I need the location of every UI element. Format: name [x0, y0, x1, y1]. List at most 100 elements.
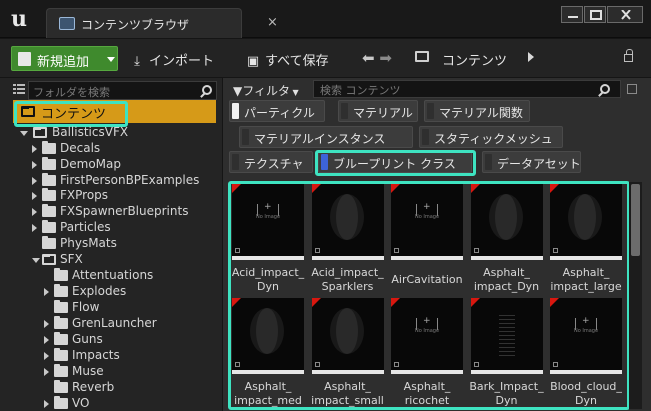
minimize-button[interactable] [561, 6, 583, 23]
chip-color-swatch [232, 103, 239, 119]
tree-item-grenlauncher[interactable]: GrenLauncher [44, 316, 222, 332]
tree-item-label: Flow [72, 300, 100, 314]
chevron-down-icon[interactable] [32, 257, 40, 263]
close-window-button[interactable] [607, 6, 643, 23]
history-nav: ⬅ ➡ [362, 49, 392, 67]
folder-icon [54, 364, 68, 377]
folder-icon [54, 380, 68, 393]
root-highlight-frame [14, 101, 128, 127]
chevron-right-icon[interactable] [32, 192, 37, 201]
expand-arrow-icon[interactable] [20, 131, 28, 136]
filter-chip[interactable]: マテリアル関数 [424, 100, 530, 122]
forward-arrow-icon[interactable]: ➡ [379, 49, 392, 67]
filter-chip[interactable]: マテリアルインスタンス [239, 126, 413, 148]
chevron-right-icon[interactable] [44, 336, 49, 344]
tree-toggle-icon[interactable] [13, 83, 25, 95]
tree-item-label: SFX [60, 251, 83, 266]
chip-label: スタティックメッシュ [434, 132, 553, 146]
back-arrow-icon[interactable]: ⬅ [362, 49, 375, 67]
tree-item-attentuations[interactable]: Attentuations [44, 268, 222, 284]
chip-color-swatch [422, 129, 429, 145]
tree-item-fxspawnerblueprints[interactable]: FXSpawnerBlueprints [32, 204, 222, 220]
chevron-right-icon[interactable] [32, 224, 37, 232]
chip-color-swatch [341, 103, 348, 119]
tree-item-guns[interactable]: Guns [44, 332, 222, 348]
import-button[interactable]: ⤓ インポート [129, 50, 214, 69]
folder-icon [42, 220, 56, 233]
tree-item-vo[interactable]: VO [44, 396, 222, 411]
asset-view-panel: ▼フィルタ ▼ 検索 コンテンツ パーティクル マテリアル マテリアル関数 マテリアル… [223, 78, 651, 411]
filter-dropdown[interactable]: ▼フィルタ ▼ [233, 82, 299, 99]
chevron-right-icon[interactable] [44, 320, 49, 328]
tree-item-label: Guns [72, 332, 103, 346]
tree-item-physmats[interactable]: PhysMats [32, 235, 222, 252]
folder-open-icon [33, 127, 47, 138]
save-search-icon[interactable] [627, 84, 637, 94]
tree-item-label: Attentuations [72, 268, 154, 282]
folder-icon [54, 316, 68, 329]
chevron-right-icon[interactable] [44, 400, 49, 408]
folder-search-input[interactable]: フォルダを検索 [28, 81, 217, 100]
tree-item-decals[interactable]: Decals [32, 141, 222, 157]
maximize-button[interactable] [584, 6, 606, 23]
tab-close-icon[interactable]: × [267, 15, 278, 30]
folder-icon [54, 300, 68, 313]
lock-icon[interactable] [624, 49, 633, 62]
chevron-right-icon[interactable] [32, 176, 37, 185]
filter-chip[interactable]: テクスチャ [229, 151, 313, 173]
scrollbar-thumb[interactable] [631, 184, 640, 256]
chevron-right-icon[interactable] [44, 352, 49, 360]
asset-search-placeholder: 検索 コンテンツ [320, 84, 401, 97]
tree-item-firstpersonbpexamples[interactable]: FirstPersonBPExamples [32, 172, 222, 189]
folder-icon [42, 204, 56, 218]
add-new-button[interactable]: 新規追加 [11, 46, 118, 71]
title-bar: u コンテンツブラウザ × [0, 0, 651, 38]
chevron-down-icon [107, 57, 115, 62]
filter-chip[interactable]: スタティックメッシュ [419, 126, 563, 148]
tree-item-project[interactable]: BallisticsVFX [20, 125, 220, 141]
tree-item-explodes[interactable]: Explodes [44, 284, 222, 300]
breadcrumb-content[interactable]: コンテンツ [442, 50, 507, 69]
import-label: インポート [149, 54, 215, 69]
save-icon: ▣ [246, 54, 260, 69]
tree-item-demomap[interactable]: DemoMap [32, 156, 222, 173]
tree-item-label: Impacts [72, 348, 120, 362]
filter-chip[interactable]: マテリアル [338, 100, 418, 122]
tree-item-flow[interactable]: Flow [44, 300, 222, 316]
breadcrumb-arrow-icon[interactable] [528, 52, 534, 62]
tree-item-sfx[interactable]: SFX [32, 252, 222, 268]
tab-content-browser[interactable]: コンテンツブラウザ × [46, 8, 278, 38]
tree-item-particles[interactable]: Particles [32, 220, 222, 236]
tree-item-label: FirstPersonBPExamples [60, 172, 200, 187]
content-browser-icon [59, 17, 75, 30]
chip-label: マテリアル [353, 106, 413, 120]
folder-icon [54, 348, 68, 361]
tree-item-label: DemoMap [60, 156, 121, 171]
filter-chip[interactable]: データアセット [482, 151, 581, 173]
folder-open-icon [42, 253, 56, 265]
tree-item-label: GrenLauncher [72, 316, 157, 330]
chevron-right-icon[interactable] [32, 208, 37, 217]
chevron-right-icon[interactable] [32, 145, 37, 153]
tree-item-fxprops[interactable]: FXProps [32, 188, 222, 204]
folder-icon [54, 396, 68, 409]
chevron-right-icon[interactable] [32, 160, 37, 169]
tree-item-label: Muse [72, 364, 104, 378]
chevron-right-icon[interactable] [44, 368, 49, 376]
chevron-right-icon[interactable] [44, 288, 49, 296]
tree-item-label: Reverb [72, 380, 115, 394]
folder-search-placeholder: フォルダを検索 [33, 86, 110, 99]
filter-chip[interactable]: パーティクル [229, 100, 325, 122]
tree-item-label: Explodes [72, 284, 127, 298]
folder-icon [54, 332, 68, 345]
tree-item-reverb[interactable]: Reverb [44, 380, 222, 396]
tree-item-impacts[interactable]: Impacts [44, 348, 222, 364]
save-all-button[interactable]: ▣ すべて保存 [245, 50, 329, 69]
asset-search-input[interactable]: 検索 コンテンツ [313, 80, 621, 98]
chip-color-swatch [485, 154, 492, 170]
tree-item-muse[interactable]: Muse [44, 364, 222, 380]
tree-item-label: Particles [60, 220, 111, 234]
folder-icon [54, 284, 68, 297]
folder-icon [42, 156, 56, 170]
chevron-down-icon: ▼ [290, 88, 299, 97]
